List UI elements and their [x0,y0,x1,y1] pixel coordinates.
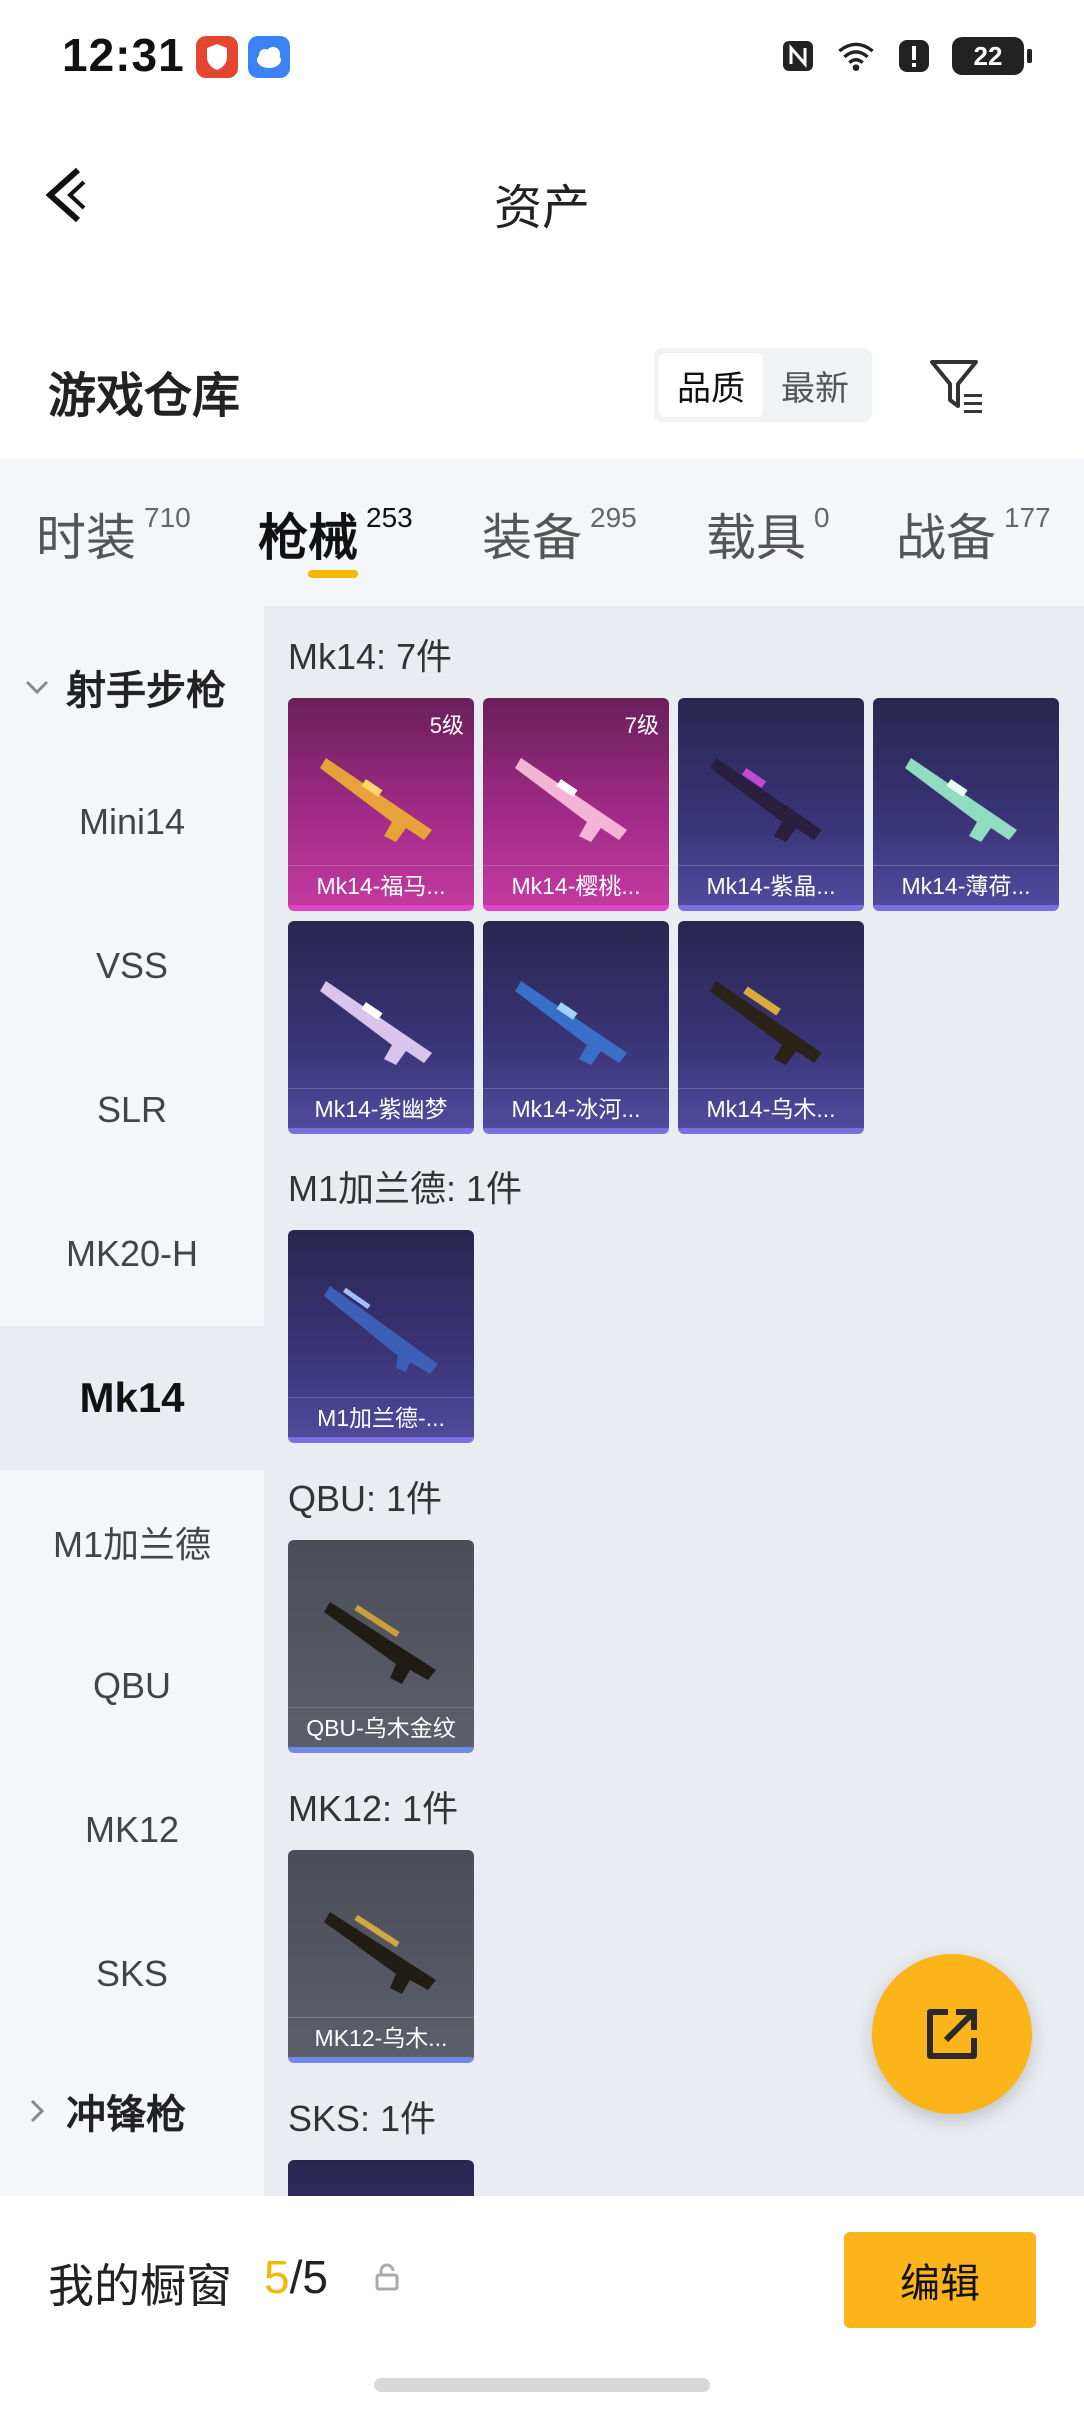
warehouse-title: 游戏仓库 [48,370,241,423]
skin-card[interactable]: 5级 Mk14-福马... [288,698,474,911]
status-time: 12:31 [62,29,185,81]
tab-count: 710 [144,502,191,533]
weapon-sidebar: 射手步枪 Mini14 VSS SLR MK20-H Mk14 M1加兰德 QB… [0,606,264,2196]
skin-name: Mk14-薄荷... [873,865,1059,905]
sort-quality-option[interactable]: 品质 [659,353,763,417]
rifle-icon [710,758,822,842]
sidebar-item-mk20h[interactable]: MK20-H [0,1182,264,1326]
tab-label: 枪械 [258,510,358,566]
tab-count: 295 [590,502,637,533]
battery-indicator: 22 [952,37,1032,75]
showcase-total: /5 [289,2251,328,2303]
alert-icon [894,36,934,76]
showcase-bar: 我的橱窗 5/5 编辑 [0,2196,1084,2412]
skin-card[interactable]: Mk14-冰河... [483,921,669,1134]
tab-label: 战备 [896,510,996,566]
rifle-icon [710,981,822,1065]
share-icon [927,2009,977,2059]
group-title-m1-garand: M1加兰德: 1件 [288,1168,523,1209]
category-tabs: 时装 710 枪械 253 装备 295 载具 0 战备 177 [0,458,1084,606]
edit-button[interactable]: 编辑 [844,2232,1036,2328]
rifle-icon [324,1602,436,1684]
sort-newest-option[interactable]: 最新 [763,353,867,417]
filter-icon [930,360,982,413]
tab-equipment[interactable]: 装备 295 [482,498,637,570]
skin-card[interactable]: M1加兰德-... [288,1230,474,1443]
sidebar-category-smg[interactable]: 冲锋枪 [22,2082,186,2140]
sidebar-item-mk12[interactable]: MK12 [0,1758,264,1902]
skin-name: Mk14-冰河... [483,1088,669,1128]
group-title-mk14: Mk14: 7件 [288,636,453,677]
skin-card[interactable]: 7级 Mk14-樱桃... [483,698,669,911]
warehouse-header: 游戏仓库 品质 最新 [0,330,1084,450]
tab-label: 时装 [36,510,136,566]
rifle-icon [905,758,1017,842]
rifle-icon [324,1286,438,1374]
tab-supplies[interactable]: 战备 177 [896,498,1051,570]
sidebar-item-mini14[interactable]: Mini14 [0,750,264,894]
rifle-icon [320,981,432,1065]
sidebar-item-m1-garand[interactable]: M1加兰德 [0,1470,264,1614]
chevron-down-icon [25,680,49,695]
sidebar-item-sks[interactable]: SKS [0,1902,264,2046]
wifi-icon [836,36,876,76]
tab-label: 载具 [706,510,806,566]
active-tab-indicator [308,570,358,578]
skin-card[interactable] [288,2160,474,2196]
sidebar-category-label: 射手步枪 [66,669,226,713]
security-app-icon [196,36,238,78]
page-title: 资产 [493,182,590,235]
rifle-icon [320,758,432,842]
showcase-current: 5 [264,2251,290,2303]
group-title-sks: SKS: 1件 [288,2098,437,2139]
skin-card[interactable]: Mk14-乌木... [678,921,864,1134]
group-title-mk12: MK12: 1件 [288,1788,459,1829]
skin-name: M1加兰德-... [288,1397,474,1437]
sidebar-category-marksman[interactable]: 射手步枪 [22,658,226,716]
skin-name: Mk14-福马... [288,865,474,905]
app-header: 资产 [0,130,1084,260]
nfc-icon [778,36,818,76]
skin-name: MK12-乌木... [288,2017,474,2057]
sidebar-item-qbu[interactable]: QBU [0,1614,264,1758]
showcase-label: 我的橱窗 [48,2260,232,2312]
cloud-app-icon [248,36,290,78]
skin-card[interactable]: Mk14-紫晶... [678,698,864,911]
skin-name: Mk14-紫幽梦 [288,1088,474,1128]
skin-card[interactable]: Mk14-紫幽梦 [288,921,474,1134]
filter-button[interactable] [924,354,992,422]
skin-card[interactable]: MK12-乌木... [288,1850,474,2063]
sidebar-item-mk14[interactable]: Mk14 [0,1326,264,1470]
skin-name: Mk14-樱桃... [483,865,669,905]
showcase-count: 5/5 [264,2250,328,2304]
skin-level: 5级 [429,713,464,738]
skin-level: 7级 [624,713,659,738]
tab-firearms[interactable]: 枪械 253 [258,498,413,570]
group-title-qbu: QBU: 1件 [288,1478,443,1519]
skin-name: Mk14-乌木... [678,1088,864,1128]
sort-toggle: 品质 最新 [654,348,872,422]
skin-card[interactable]: Mk14-薄荷... [873,698,1059,911]
lock-icon [375,2263,399,2291]
skin-name: QBU-乌木金纹 [288,1707,474,1747]
rifle-icon [515,981,627,1065]
tab-fashion[interactable]: 时装 710 [36,498,191,570]
status-bar: 12:31 22 [0,0,1084,110]
tab-count: 177 [1004,502,1051,533]
tab-label: 装备 [482,510,582,566]
tab-count: 0 [814,502,830,533]
sidebar-item-slr[interactable]: SLR [0,1038,264,1182]
skin-name: Mk14-紫晶... [678,865,864,905]
rifle-icon [515,758,627,842]
rifle-icon [324,1912,436,1994]
sidebar-item-vss[interactable]: VSS [0,894,264,1038]
tab-vehicles[interactable]: 载具 0 [706,498,830,570]
home-indicator[interactable] [374,2378,710,2392]
chevron-right-icon [30,2099,45,2123]
sidebar-category-label: 冲锋枪 [66,2093,186,2137]
share-button[interactable] [872,1954,1032,2114]
skin-card[interactable]: QBU-乌木金纹 [288,1540,474,1753]
tab-count: 253 [366,502,413,533]
